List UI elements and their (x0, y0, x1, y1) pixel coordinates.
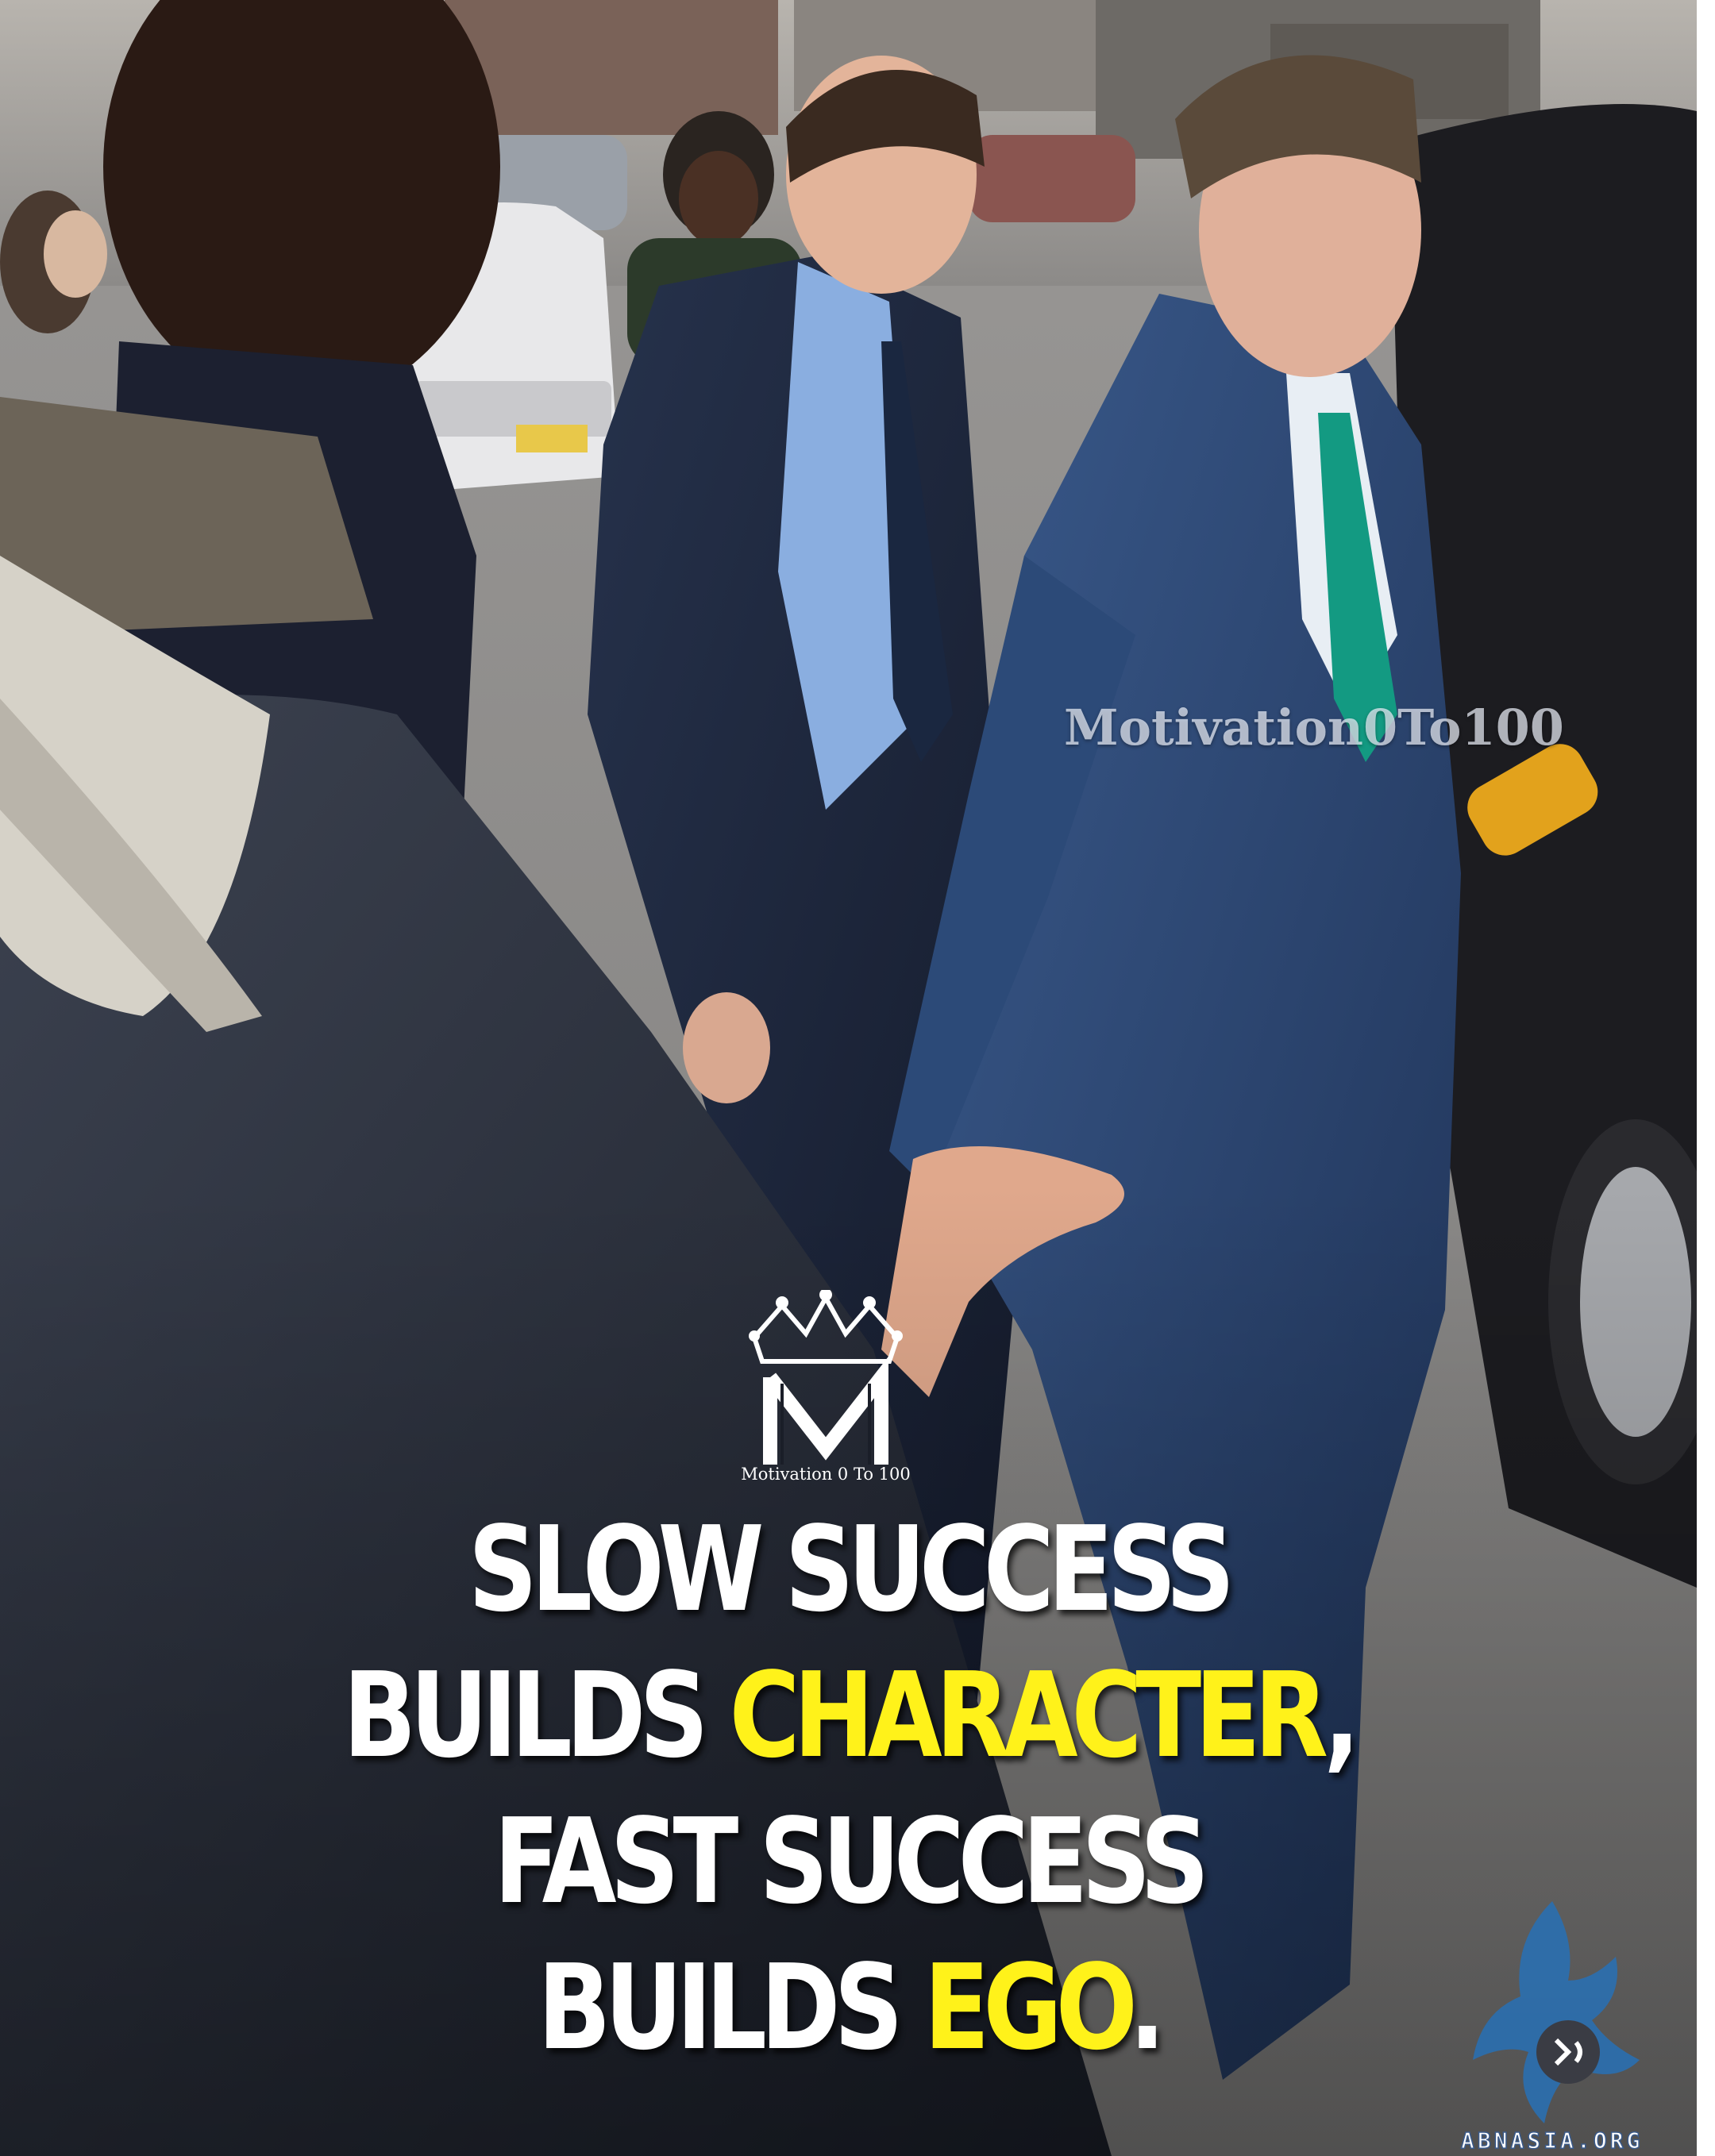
quote-line-4: BUILDS EGO. (538, 1939, 1166, 2076)
highlight-character: CHARACTER (729, 1647, 1331, 1784)
dragon-logo (1457, 1893, 1648, 2131)
watermark-text: Motivation0To100 (1064, 699, 1564, 757)
quote-line-1: SLOW SUCCESS (468, 1501, 1235, 1638)
quote-line-3: FAST SUCCESS (493, 1793, 1209, 1930)
quote-text: SLOW SUCCESS BUILDS CHARACTER, FAST SUCC… (152, 1496, 1544, 2081)
highlight-ego: EGO (923, 1939, 1136, 2076)
dragon-icon (1473, 1901, 1640, 2123)
quote-line-2: BUILDS CHARACTER, (342, 1647, 1360, 1784)
site-watermark: ABNASIA.ORG (1460, 2127, 1644, 2154)
logo-caption: Motivation 0 To 100 (741, 1465, 911, 1484)
